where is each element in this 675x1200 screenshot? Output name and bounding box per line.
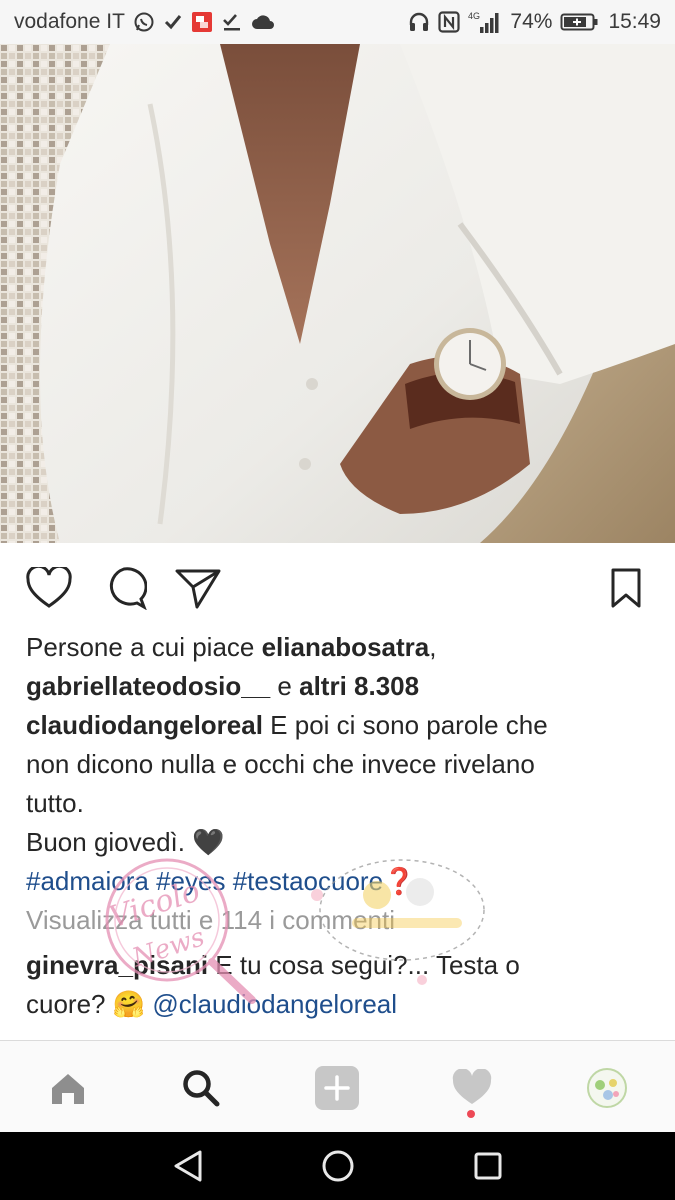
- comment-author-link[interactable]: ginevra_pisani: [26, 950, 208, 980]
- mention-link[interactable]: @claudiodangeloreal: [152, 989, 397, 1019]
- android-navigation-bar: [0, 1132, 675, 1200]
- send-icon[interactable]: [175, 565, 221, 611]
- search-icon[interactable]: [176, 1063, 226, 1113]
- hashtag-link[interactable]: #testaocuore: [233, 866, 383, 896]
- bottom-navigation: [0, 1040, 675, 1132]
- app-notification-icon: [191, 11, 213, 33]
- whatsapp-icon: [133, 11, 155, 33]
- caption: claudiodangeloreal E poi ci sono parole …: [26, 706, 646, 901]
- caption-text: non dicono nulla e occhi che invece rive…: [26, 749, 535, 779]
- likes-prefix: Persone a cui piace: [26, 632, 262, 662]
- battery-percent: 74%: [510, 10, 553, 33]
- black-heart-emoji: 🖤: [192, 827, 225, 857]
- clock: 15:49: [608, 10, 661, 33]
- likes-summary: Persone a cui piace elianabosatra, gabri…: [26, 628, 646, 706]
- back-icon[interactable]: [168, 1148, 208, 1184]
- recents-icon[interactable]: [468, 1148, 508, 1184]
- battery-icon: [560, 11, 600, 33]
- bookmark-icon[interactable]: [603, 565, 649, 611]
- activity-notification-dot: [467, 1110, 475, 1118]
- instagram-post-screen: vodafone IT 4G 74% 15:49 Persone a cui p…: [0, 0, 675, 1200]
- caption-author-link[interactable]: claudiodangeloreal: [26, 710, 263, 740]
- svg-text:4G: 4G: [468, 11, 480, 21]
- view-all-comments-link[interactable]: Visualizza tutti e 114 i commenti: [26, 901, 646, 940]
- liker-user-link[interactable]: elianabosatra: [262, 632, 430, 662]
- cloud-icon: [251, 13, 275, 31]
- task-done-icon: [221, 11, 243, 33]
- post-text: Persone a cui piace elianabosatra, gabri…: [26, 628, 646, 1024]
- likes-separator: ,: [429, 632, 437, 662]
- status-bar: vodafone IT 4G 74% 15:49: [0, 0, 675, 44]
- post-actions: [0, 543, 675, 631]
- nfc-icon: [438, 11, 461, 33]
- caption-text: Buon giovedì.: [26, 827, 193, 857]
- home-icon[interactable]: [43, 1063, 93, 1113]
- profile-avatar[interactable]: [582, 1063, 632, 1113]
- activity-heart-icon[interactable]: [447, 1063, 497, 1113]
- comment: ginevra_pisani E tu cosa segui?... Testa…: [26, 946, 646, 1024]
- comment-icon[interactable]: [101, 565, 147, 611]
- home-circle-icon[interactable]: [318, 1148, 358, 1184]
- likes-others-link[interactable]: altri 8.308: [299, 671, 419, 701]
- caption-text: E poi ci sono parole che: [262, 710, 548, 740]
- hashtag-link[interactable]: #eyes: [156, 866, 225, 896]
- question-emoji: ❓: [383, 866, 416, 896]
- add-post-icon[interactable]: [312, 1063, 362, 1113]
- comment-text: E tu cosa segui?... Testa o: [208, 950, 520, 980]
- post-photo[interactable]: [0, 44, 675, 543]
- caption-text: tutto.: [26, 788, 84, 818]
- check-icon: [163, 12, 183, 32]
- heart-icon[interactable]: [26, 565, 72, 611]
- signal-icon: 4G: [468, 10, 502, 34]
- liker-user-link[interactable]: gabriellateodosio__: [26, 671, 270, 701]
- hugging-emoji: 🤗: [112, 989, 146, 1019]
- headset-icon: [408, 11, 430, 33]
- hashtag-link[interactable]: #admaiora: [26, 866, 149, 896]
- comment-text: cuore?: [26, 989, 113, 1019]
- likes-middle: e: [270, 671, 300, 701]
- carrier-name: vodafone IT: [14, 10, 125, 33]
